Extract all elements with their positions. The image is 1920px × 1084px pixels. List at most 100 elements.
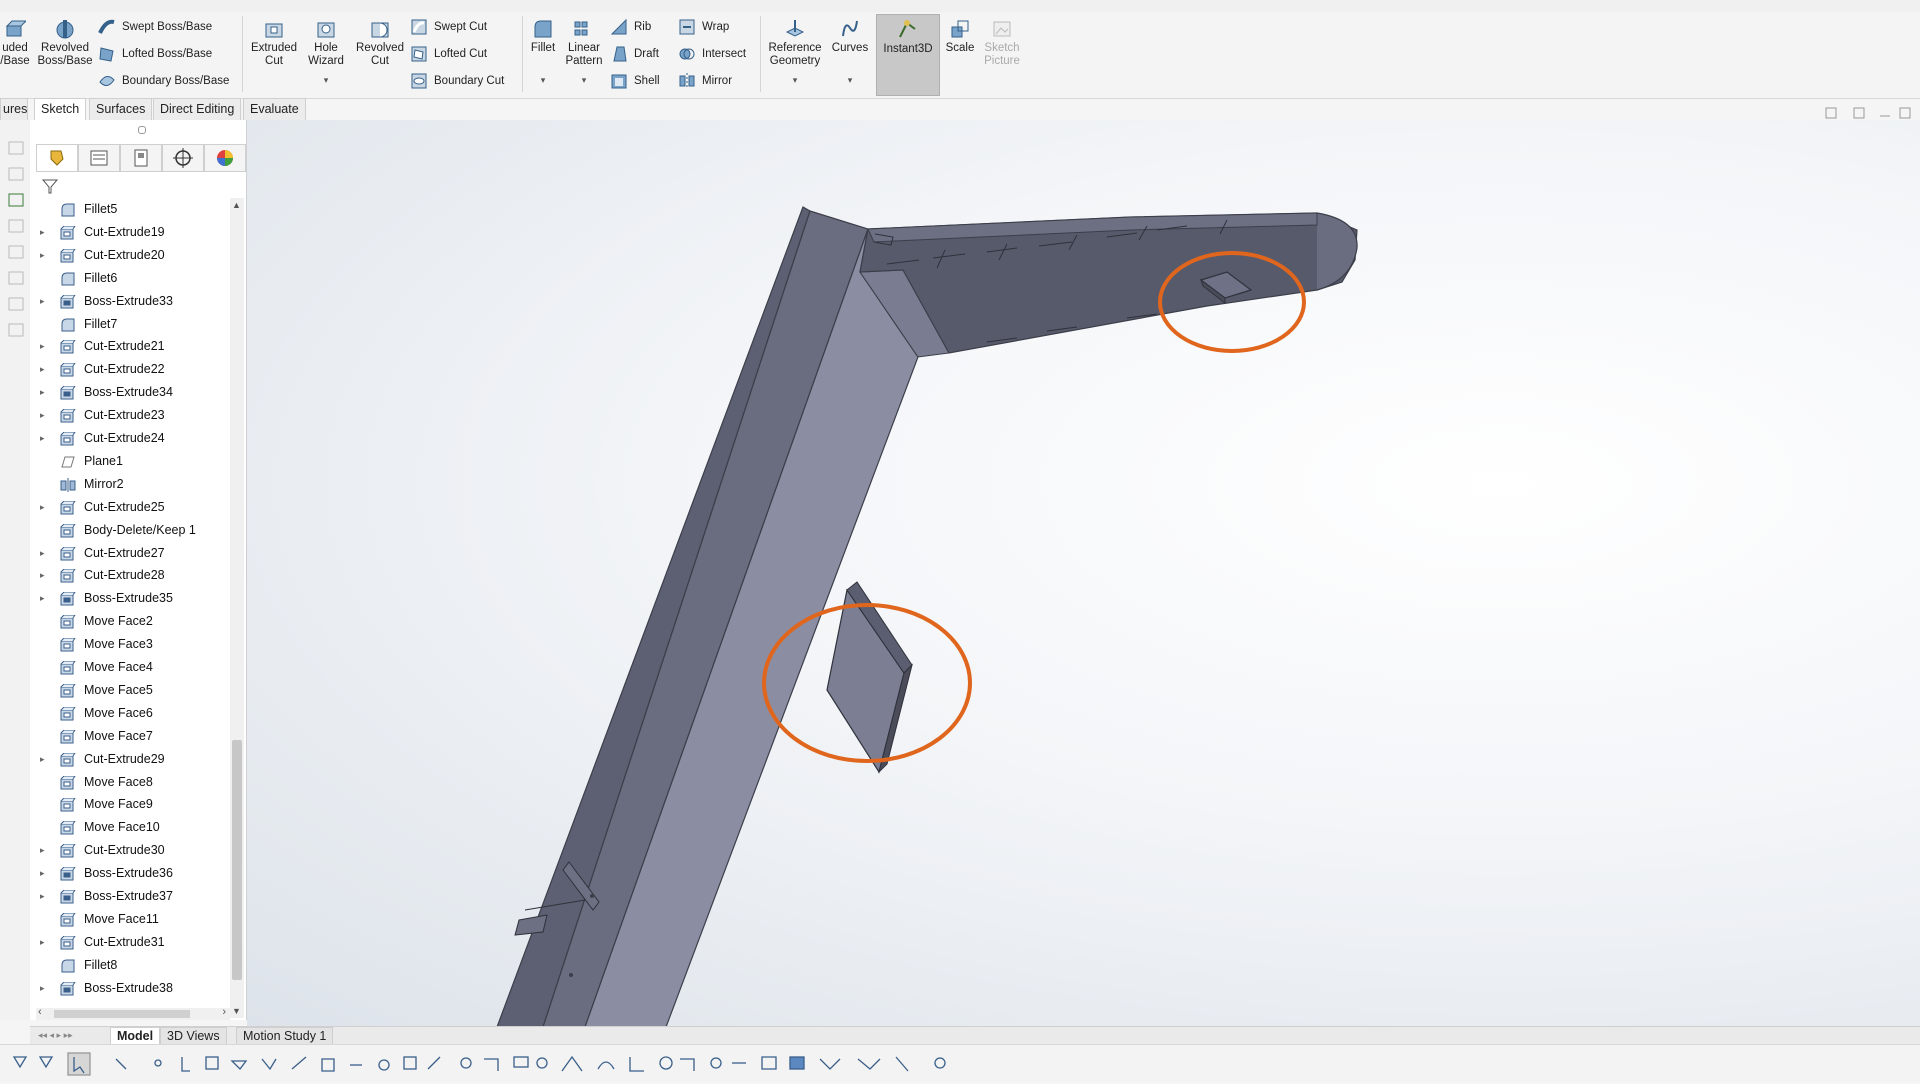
tree-item[interactable]: Move Face3 [40, 633, 230, 655]
boundary-boss-button[interactable]: Boundary Boss/Base [98, 70, 229, 92]
tree-item[interactable]: Move Face2 [40, 610, 230, 632]
tree-item[interactable]: Move Face7 [40, 725, 230, 747]
tab-sketch[interactable]: Sketch [34, 98, 87, 120]
expand-arrow-icon[interactable]: ▸ [40, 427, 50, 449]
tree-item[interactable]: Plane1 [40, 450, 230, 472]
expand-arrow-icon[interactable]: ▸ [40, 885, 50, 907]
tree-item[interactable]: ▸ Cut-Extrude27 [40, 542, 230, 564]
tree-item[interactable]: ▸ Cut-Extrude23 [40, 404, 230, 426]
tree-item[interactable]: Move Face6 [40, 702, 230, 724]
graphics-viewport[interactable]: Y X Z [247, 120, 1920, 1027]
hole-wizard-dropdown-icon[interactable]: ▾ [302, 74, 350, 87]
sketch-picture-button[interactable]: Sketch Picture [980, 18, 1024, 68]
tree-item[interactable]: Move Face4 [40, 656, 230, 678]
tree-item[interactable]: ▸ Cut-Extrude24 [40, 427, 230, 449]
expand-arrow-icon[interactable]: ▸ [40, 542, 50, 564]
tree-horizontal-scrollbar[interactable]: ‹ › [36, 1006, 230, 1020]
property-manager-tab[interactable] [78, 144, 120, 172]
tree-item[interactable]: Body-Delete/Keep 1 [40, 519, 230, 541]
tree-item[interactable]: Move Face9 [40, 793, 230, 815]
shell-button[interactable]: Shell [610, 70, 660, 92]
scroll-up-icon[interactable]: ▲ [232, 200, 241, 210]
horizontal-scroll-thumb[interactable] [54, 1010, 190, 1018]
scroll-right-icon[interactable]: › [222, 1006, 226, 1018]
boundary-cut-button[interactable]: Boundary Cut [410, 70, 504, 92]
tab-features[interactable]: ures [0, 98, 28, 120]
swept-cut-button[interactable]: Swept Cut [410, 16, 487, 38]
draft-button[interactable]: Draft [610, 43, 659, 65]
tree-item[interactable]: ▸ Cut-Extrude22 [40, 358, 230, 380]
expand-arrow-icon[interactable]: ▸ [40, 244, 50, 266]
mirror-button[interactable]: Mirror [678, 70, 732, 92]
dimxpert-tab[interactable] [162, 144, 204, 172]
revolved-cut-button[interactable]: Revolved Cut [352, 18, 408, 68]
expand-arrow-icon[interactable]: ▸ [40, 839, 50, 861]
extruded-boss-button[interactable]: uded/Base [0, 18, 30, 68]
reference-geometry-button[interactable]: Reference Geometry ▾ [764, 18, 826, 87]
linear-pattern-button[interactable]: Linear Pattern ▾ [562, 18, 606, 87]
expand-arrow-icon[interactable]: ▸ [40, 977, 50, 999]
tree-item[interactable]: ▸ Cut-Extrude31 [40, 931, 230, 953]
tree-item[interactable]: Move Face8 [40, 771, 230, 793]
bottom-toolbar-icons[interactable] [0, 1045, 980, 1081]
fillet-button[interactable]: Fillet ▾ [526, 18, 560, 87]
curves-button[interactable]: Curves ▾ [828, 18, 872, 87]
tab-surfaces[interactable]: Surfaces [89, 98, 153, 120]
hole-wizard-button[interactable]: Hole Wizard ▾ [302, 18, 350, 87]
tab-navigation-arrows[interactable]: ◂◂ ◂ ▸ ▸▸ [38, 1030, 73, 1041]
expand-arrow-icon[interactable]: ▸ [40, 931, 50, 953]
lofted-boss-button[interactable]: Lofted Boss/Base [98, 43, 212, 65]
scroll-left-icon[interactable]: ‹ [38, 1006, 42, 1018]
lofted-cut-button[interactable]: Lofted Cut [410, 43, 487, 65]
expand-arrow-icon[interactable]: ▸ [40, 564, 50, 586]
expand-arrow-icon[interactable]: ▸ [40, 381, 50, 403]
tab-direct-editing[interactable]: Direct Editing [153, 98, 242, 120]
scale-button[interactable]: Scale [944, 18, 976, 55]
expand-arrow-icon[interactable]: ▸ [40, 290, 50, 312]
intersect-button[interactable]: Intersect [678, 43, 746, 65]
swept-boss-button[interactable]: Swept Boss/Base [98, 16, 212, 38]
tree-item[interactable]: ▸ Cut-Extrude28 [40, 564, 230, 586]
tree-item[interactable]: Fillet6 [40, 267, 230, 289]
display-manager-tab[interactable] [204, 144, 246, 172]
tree-item[interactable]: Fillet5 [40, 198, 230, 220]
tree-item[interactable]: Fillet8 [40, 954, 230, 976]
tree-item[interactable]: Move Face10 [40, 816, 230, 838]
reference-geometry-dropdown-icon[interactable]: ▾ [764, 74, 826, 87]
tree-item[interactable]: ▸ Boss-Extrude33 [40, 290, 230, 312]
tree-item[interactable]: ▸ Cut-Extrude21 [40, 335, 230, 357]
pattern-dropdown-icon[interactable]: ▾ [562, 74, 606, 87]
configuration-manager-tab[interactable] [120, 144, 162, 172]
fillet-dropdown-icon[interactable]: ▾ [526, 74, 560, 87]
tree-item[interactable]: ▸ Cut-Extrude29 [40, 748, 230, 770]
expand-arrow-icon[interactable]: ▸ [40, 587, 50, 609]
expand-arrow-icon[interactable]: ▸ [40, 358, 50, 380]
tab-evaluate[interactable]: Evaluate [243, 98, 306, 120]
instant3d-toggle-button[interactable]: Instant3D [876, 14, 940, 96]
expand-arrow-icon[interactable]: ▸ [40, 404, 50, 426]
revolved-boss-button[interactable]: Revolved Boss/Base [36, 18, 94, 68]
expand-arrow-icon[interactable]: ▸ [40, 221, 50, 243]
expand-arrow-icon[interactable]: ▸ [40, 862, 50, 884]
tree-item[interactable]: ▸ Boss-Extrude37 [40, 885, 230, 907]
bracket-part[interactable] [496, 206, 1358, 1027]
tree-item[interactable]: ▸ Boss-Extrude35 [40, 587, 230, 609]
tree-item[interactable]: Mirror2 [40, 473, 230, 495]
tree-item[interactable]: Move Face5 [40, 679, 230, 701]
tree-scroll-thumb[interactable] [232, 740, 242, 980]
expand-arrow-icon[interactable]: ▸ [40, 496, 50, 518]
tree-item[interactable]: ▸ Cut-Extrude20 [40, 244, 230, 266]
tree-item[interactable]: Move Face11 [40, 908, 230, 930]
tree-item[interactable]: ▸ Boss-Extrude36 [40, 862, 230, 884]
expand-arrow-icon[interactable]: ▸ [40, 335, 50, 357]
rib-button[interactable]: Rib [610, 16, 651, 38]
tree-item[interactable]: ▸ Boss-Extrude38 [40, 977, 230, 999]
tree-item[interactable]: Fillet7 [40, 313, 230, 335]
wrap-button[interactable]: Wrap [678, 16, 729, 38]
panel-splitter-handle[interactable] [138, 126, 146, 134]
tree-item[interactable]: ▸ Cut-Extrude25 [40, 496, 230, 518]
extruded-cut-button[interactable]: Extruded Cut [246, 18, 302, 68]
tree-item[interactable]: ▸ Boss-Extrude34 [40, 381, 230, 403]
curves-dropdown-icon[interactable]: ▾ [828, 74, 872, 87]
feature-manager-tab[interactable] [36, 144, 78, 172]
